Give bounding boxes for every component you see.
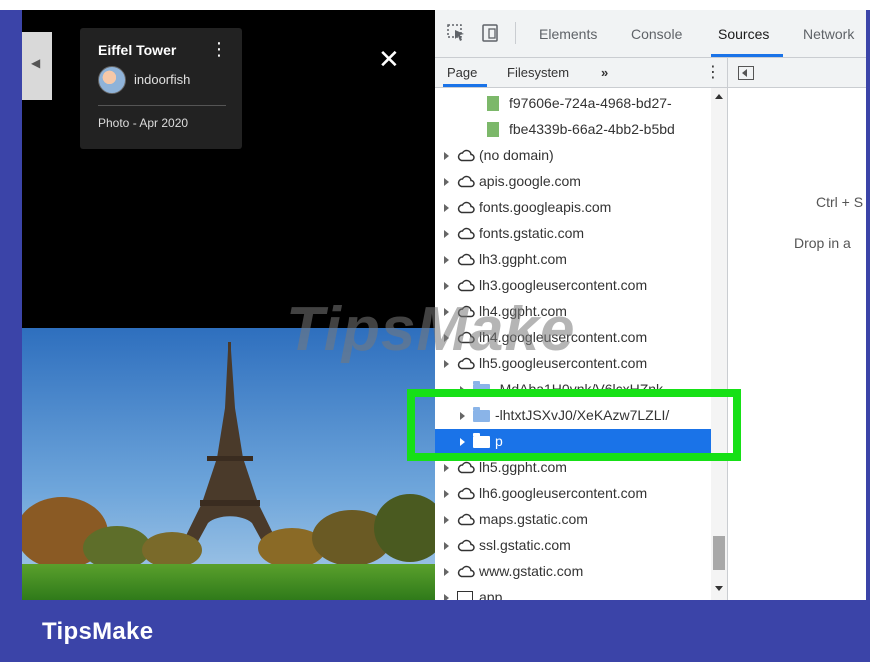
file-icon (487, 96, 499, 111)
highlight-annotation-box (407, 389, 741, 461)
device-toolbar-icon[interactable] (481, 24, 501, 42)
expand-arrow-icon[interactable] (444, 152, 449, 160)
tab-elements[interactable]: Elements (539, 26, 597, 42)
tree-item[interactable]: lh3.ggpht.com (435, 247, 711, 273)
eiffel-tower-photo (22, 328, 435, 600)
tree-item-label: app (479, 589, 503, 600)
editor-drop-hint: Drop in a (794, 235, 851, 251)
tree-item-label: maps.gstatic.com (479, 511, 588, 527)
expand-arrow-icon[interactable] (444, 204, 449, 212)
frame-right-border (866, 10, 870, 600)
expand-arrow-icon[interactable] (444, 230, 449, 238)
active-tab-indicator (711, 54, 783, 57)
tree-item-label: www.gstatic.com (479, 563, 584, 579)
avatar[interactable] (98, 66, 126, 94)
tree-item-label: fbe4339b-66a2-4bb2-b5bd (509, 121, 675, 137)
expand-arrow-icon[interactable] (444, 568, 449, 576)
author-name[interactable]: indoorfish (134, 72, 190, 87)
tree-item-label: fonts.googleapis.com (479, 199, 612, 215)
expand-arrow-icon[interactable] (444, 178, 449, 186)
footer-banner: TipsMake (0, 600, 870, 662)
editor-pane: Ctrl + S Drop in a (727, 88, 866, 600)
chevron-left-icon: ◀ (31, 56, 41, 70)
tree-item[interactable]: lh6.googleusercontent.com (435, 481, 711, 507)
cloud-icon (457, 278, 475, 292)
scroll-thumb[interactable] (713, 536, 725, 570)
photo-info-card: Eiffel Tower ⋮ indoorfish Photo - Apr 20… (80, 28, 242, 149)
scroll-down-icon[interactable] (715, 586, 723, 591)
inspect-element-icon[interactable] (447, 24, 467, 42)
window-icon (457, 591, 473, 600)
previous-photo-button[interactable]: ◀ (22, 32, 52, 100)
tree-item-label: ssl.gstatic.com (479, 537, 571, 553)
more-tabs-icon[interactable]: » (601, 65, 608, 80)
tab-filesystem[interactable]: Filesystem (507, 65, 569, 80)
cloud-icon (457, 252, 475, 266)
tab-network[interactable]: Network (803, 26, 854, 42)
active-navigator-indicator (443, 84, 487, 87)
tree-item[interactable]: maps.gstatic.com (435, 507, 711, 533)
navigator-tab-bar: Page Filesystem » ⋮ (435, 58, 727, 88)
tree-item[interactable]: f97606e-724a-4968-bd27- (435, 91, 711, 117)
tree-item[interactable]: (no domain) (435, 143, 711, 169)
tree-item[interactable]: fonts.gstatic.com (435, 221, 711, 247)
cloud-icon (457, 200, 475, 214)
cloud-icon (457, 226, 475, 240)
tree-item[interactable]: fonts.googleapis.com (435, 195, 711, 221)
more-options-icon[interactable]: ⋮ (210, 40, 228, 58)
tree-item[interactable]: www.gstatic.com (435, 559, 711, 585)
footer-brand: TipsMake (42, 618, 154, 645)
tree-item[interactable]: apis.google.com (435, 169, 711, 195)
expand-arrow-icon[interactable] (444, 516, 449, 524)
tab-page[interactable]: Page (447, 65, 477, 80)
expand-arrow-icon[interactable] (444, 256, 449, 264)
cloud-icon (457, 486, 475, 500)
expand-arrow-icon[interactable] (444, 464, 449, 472)
tree-item-label: lh6.googleusercontent.com (479, 485, 648, 501)
tree-item-label: lh3.ggpht.com (479, 251, 567, 267)
toggle-navigator-icon[interactable] (738, 66, 754, 80)
cloud-icon (457, 148, 475, 162)
photo-date: Photo - Apr 2020 (98, 116, 189, 130)
cloud-icon (457, 512, 475, 526)
tree-item[interactable]: ssl.gstatic.com (435, 533, 711, 559)
cloud-icon (457, 460, 475, 474)
toolbar-separator (515, 22, 516, 44)
editor-toolbar (727, 58, 866, 88)
frame-top (0, 0, 870, 10)
cloud-icon (457, 538, 475, 552)
frame-left-border (0, 10, 22, 600)
file-icon (487, 122, 499, 137)
tree-item-label: f97606e-724a-4968-bd27- (509, 95, 672, 111)
tab-sources[interactable]: Sources (718, 26, 769, 42)
tree-item-label: fonts.gstatic.com (479, 225, 585, 241)
expand-arrow-icon[interactable] (444, 282, 449, 290)
navigator-menu-icon[interactable]: ⋮ (705, 62, 721, 82)
tree-item[interactable]: fbe4339b-66a2-4bb2-b5bd (435, 117, 711, 143)
tree-item[interactable]: app (435, 585, 711, 600)
expand-arrow-icon[interactable] (444, 490, 449, 498)
scroll-up-icon[interactable] (715, 94, 723, 99)
devtools-tab-bar: Elements Console Sources Network (435, 10, 866, 58)
tab-console[interactable]: Console (631, 26, 682, 42)
tree-item-label: lh3.googleusercontent.com (479, 277, 648, 293)
close-icon[interactable]: ✕ (378, 46, 400, 72)
photo-title: Eiffel Tower (98, 42, 177, 58)
tree-item-label: lh5.ggpht.com (479, 459, 567, 475)
divider (98, 105, 226, 106)
tree-item-label: (no domain) (479, 147, 554, 163)
cloud-icon (457, 564, 475, 578)
editor-shortcut-hint: Ctrl + S (816, 194, 864, 210)
expand-arrow-icon[interactable] (444, 542, 449, 550)
cloud-icon (457, 174, 475, 188)
tree-scrollbar[interactable] (711, 88, 727, 600)
tree-item-label: apis.google.com (479, 173, 581, 189)
watermark: TipsMake (286, 295, 576, 364)
